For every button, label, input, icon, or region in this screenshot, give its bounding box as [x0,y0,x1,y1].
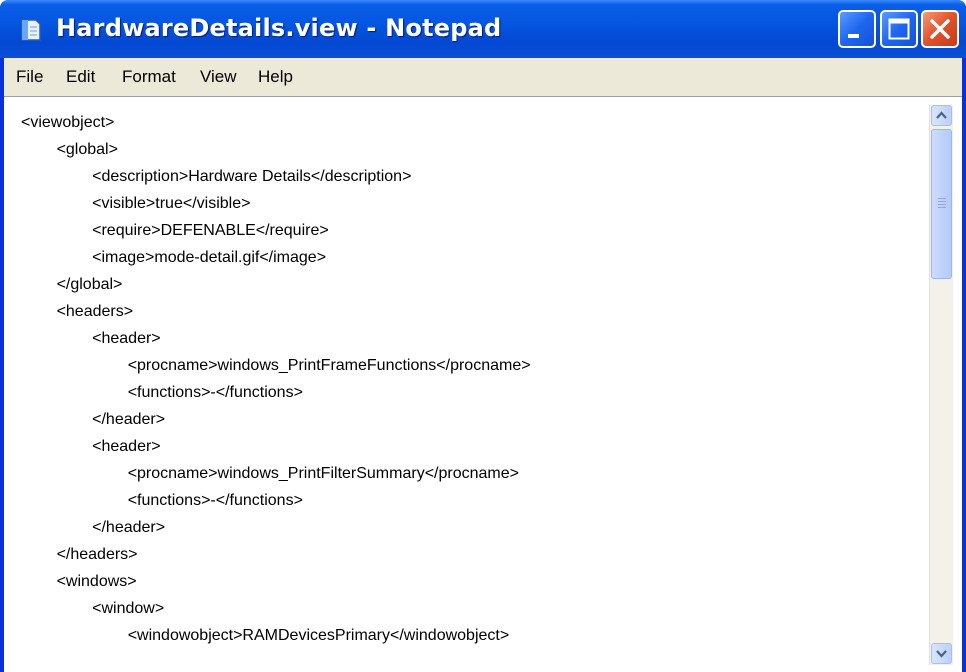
menu-file[interactable]: File [16,67,43,87]
text-line: <header> [21,330,161,347]
text-line: <functions>-</functions> [21,384,303,401]
vertical-scrollbar[interactable] [929,105,953,665]
window-title: HardwareDetails.view - Notepad [56,14,502,42]
chevron-down-icon [932,650,951,667]
text-line: </global> [21,276,123,293]
menu-help[interactable]: Help [258,67,293,87]
close-icon [923,19,957,50]
text-line: <windowobject>RAMDevicesPrimary</windowo… [21,627,510,644]
maximize-icon [882,18,916,50]
minimize-button[interactable] [838,10,876,48]
scroll-down-button[interactable] [931,643,952,664]
menu-format[interactable]: Format [122,67,176,87]
text-line: <window> [21,600,165,617]
text-line: <image>mode-detail.gif</image> [21,249,327,266]
title-bar[interactable]: HardwareDetails.view - Notepad [0,0,966,58]
minimize-icon [840,33,874,50]
text-line: <procname>windows_PrintFilterSummary</pr… [21,465,519,482]
text-line: <windows> [21,573,137,590]
text-line: <procname>windows_PrintFrameFunctions</p… [21,357,531,374]
chevron-up-icon [932,111,951,129]
notepad-window: HardwareDetails.view - Notepad File Edit… [0,0,966,672]
maximize-button[interactable] [880,10,918,48]
notepad-icon[interactable] [18,17,44,43]
text-line: </headers> [21,546,138,563]
menu-bar: File Edit Format View Help [4,58,962,96]
text-line: <headers> [21,303,134,320]
text-line: <header> [21,438,161,455]
text-line: <viewobject> [21,114,115,131]
text-line: </header> [21,519,166,536]
text-line: <require>DEFENABLE</require> [21,222,329,239]
text-line: <functions>-</functions> [21,492,303,509]
text-editor[interactable]: <viewobject> <global> <description>Hardw… [4,96,962,672]
scroll-thumb[interactable] [931,129,952,279]
text-line: <description>Hardware Details</descripti… [21,168,412,185]
text-line: <visible>true</visible> [21,195,251,212]
menu-view[interactable]: View [200,67,237,87]
close-button[interactable] [921,10,959,48]
editor-text[interactable]: <viewobject> <global> <description>Hardw… [21,109,921,669]
text-line: </header> [21,411,166,428]
menu-edit[interactable]: Edit [66,67,95,87]
scroll-up-button[interactable] [931,105,952,126]
text-line: <global> [21,141,118,158]
